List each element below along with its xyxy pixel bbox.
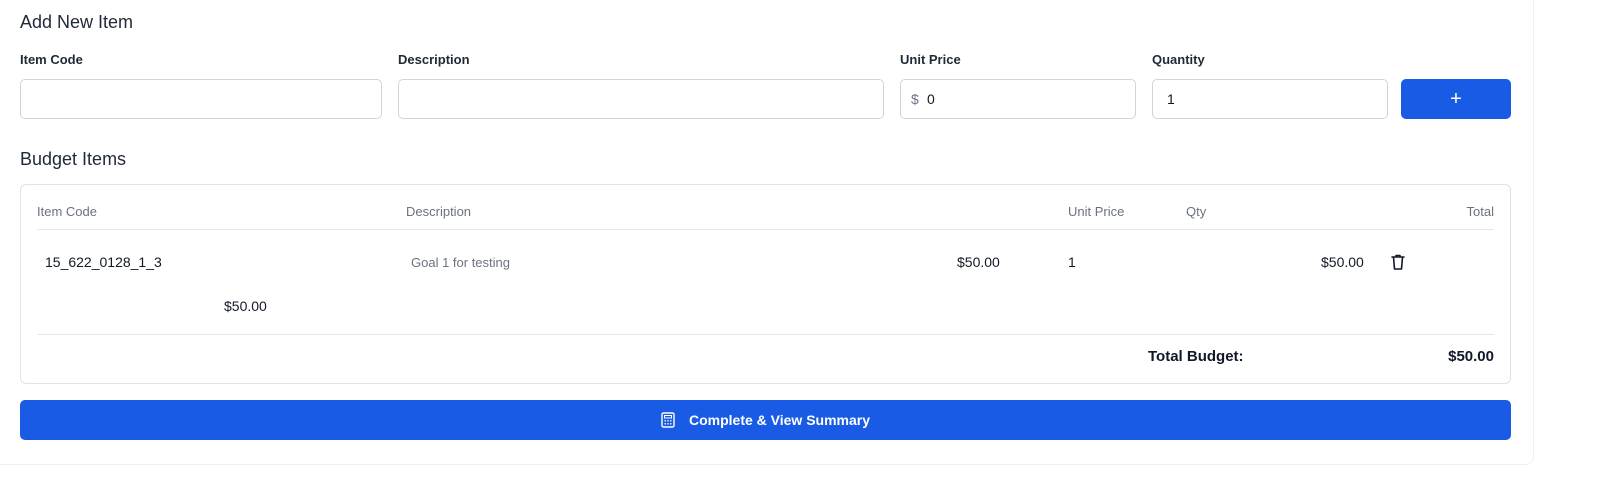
plus-icon: + [1450, 88, 1462, 110]
total-budget-label: Total Budget: [1148, 348, 1244, 365]
header-unit-price: Unit Price [1068, 204, 1125, 219]
item-code-input[interactable] [20, 79, 382, 119]
calculator-icon [661, 412, 675, 428]
quantity-label: Quantity [1152, 52, 1205, 67]
add-item-title: Add New Item [20, 12, 134, 32]
row-qty: 1 [1068, 254, 1076, 270]
trash-icon[interactable] [1390, 253, 1406, 271]
item-code-label: Item Code [20, 52, 83, 67]
row-subtotal: $50.00 [224, 298, 267, 314]
unit-price-input[interactable] [925, 80, 1125, 118]
header-divider [37, 229, 1494, 230]
description-label: Description [398, 52, 470, 67]
row-description: Goal 1 for testing [411, 255, 510, 270]
description-input[interactable] [398, 79, 884, 119]
add-item-button[interactable]: + [1401, 79, 1511, 119]
currency-symbol: $ [911, 91, 919, 107]
quantity-input[interactable] [1152, 79, 1388, 119]
row-total: $50.00 [1321, 254, 1364, 270]
unit-price-field[interactable]: $ [900, 79, 1136, 119]
budget-items-table: Item Code Description Unit Price Qty Tot… [20, 184, 1511, 384]
total-budget-value: $50.00 [1448, 348, 1494, 365]
unit-price-label: Unit Price [900, 52, 961, 67]
budget-items-title: Budget Items [20, 149, 127, 169]
header-item-code: Item Code [37, 204, 97, 219]
row-item-code: 15_622_0128_1_3 [45, 254, 162, 270]
complete-summary-label: Complete & View Summary [688, 412, 871, 428]
complete-summary-button[interactable]: Complete & View Summary [20, 400, 1511, 440]
header-total: Total [1466, 204, 1494, 219]
header-description: Description [406, 204, 472, 219]
total-divider [37, 334, 1494, 335]
row-unit-price: $50.00 [957, 254, 1000, 270]
header-qty: Qty [1186, 204, 1207, 219]
